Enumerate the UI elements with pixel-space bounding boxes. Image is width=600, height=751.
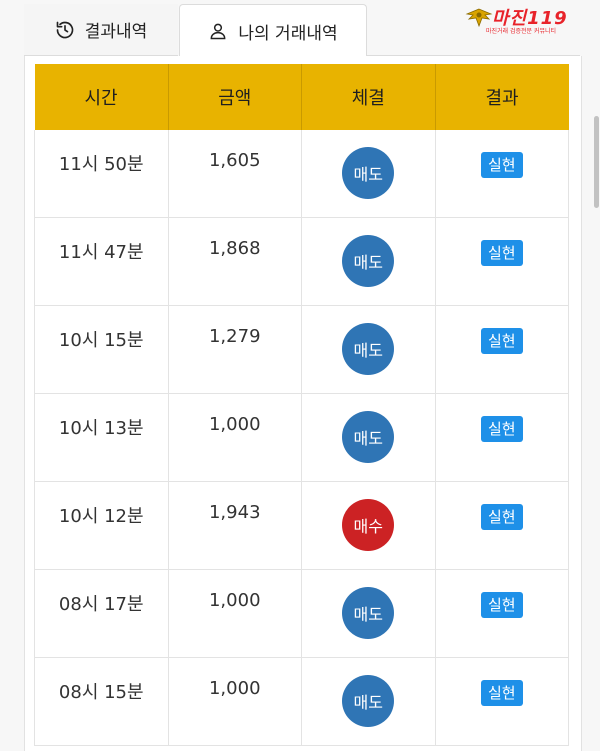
user-icon xyxy=(208,21,228,41)
cell-trade: 매수 xyxy=(301,481,436,570)
table-row: 11시 50분 1,605 매도 실현 xyxy=(34,130,569,218)
cell-amount: 1,000 xyxy=(168,657,302,746)
cell-time: 11시 50분 xyxy=(34,130,169,218)
cell-amount: 1,000 xyxy=(168,393,302,482)
cell-time: 10시 12분 xyxy=(34,481,169,570)
cell-time: 10시 13분 xyxy=(34,393,169,482)
sell-badge: 매도 xyxy=(342,235,395,287)
cell-result: 실현 xyxy=(435,569,569,658)
sell-badge: 매도 xyxy=(342,411,395,463)
cell-time: 10시 15분 xyxy=(34,305,169,394)
history-icon xyxy=(55,20,75,40)
time-text: 08시 17분 xyxy=(58,594,144,615)
tab-result-history-label: 결과내역 xyxy=(84,22,148,42)
amount-text: 1,000 xyxy=(208,590,261,611)
header-amount: 금액 xyxy=(168,64,302,130)
buy-badge: 매수 xyxy=(342,499,395,551)
cell-amount: 1,868 xyxy=(168,217,302,306)
time-text: 10시 12분 xyxy=(58,506,144,527)
cell-amount: 1,943 xyxy=(168,481,302,570)
scrollbar-thumb[interactable] xyxy=(594,116,599,208)
table-row: 10시 15분 1,279 매도 실현 xyxy=(34,305,569,394)
time-text: 11시 50분 xyxy=(58,154,144,175)
result-badge: 실현 xyxy=(480,504,523,530)
trade-rows: 11시 50분 1,605 매도 실현 11시 47분 1,868 매도 실현 10시 15분 1… xyxy=(34,130,569,746)
cell-result: 실현 xyxy=(435,217,569,306)
trade-history-page: 결과내역 나의 거래내역 마진119 마진거래 검증전문 커뮤니티 시간 금액 … xyxy=(0,0,600,751)
cell-trade: 매도 xyxy=(301,657,436,746)
eagle-emblem-icon xyxy=(465,8,493,28)
tab-my-trades[interactable]: 나의 거래내역 xyxy=(179,4,367,57)
sell-badge: 매도 xyxy=(342,323,395,375)
cell-time: 08시 17분 xyxy=(34,569,169,658)
tab-result-history[interactable]: 결과내역 xyxy=(24,4,178,56)
time-text: 10시 15분 xyxy=(58,330,144,351)
time-text: 10시 13분 xyxy=(58,418,144,439)
table-row: 10시 12분 1,943 매수 실현 xyxy=(34,481,569,570)
cell-result: 실현 xyxy=(435,305,569,394)
cell-amount: 1,000 xyxy=(168,569,302,658)
cell-result: 실현 xyxy=(435,481,569,570)
table-row: 10시 13분 1,000 매도 실현 xyxy=(34,393,569,482)
cell-trade: 매도 xyxy=(301,569,436,658)
time-text: 11시 47분 xyxy=(58,242,144,263)
cell-result: 실현 xyxy=(435,130,569,218)
trade-table: 시간 금액 체결 결과 11시 50분 1,605 매도 실현 11시 47분 1,868… xyxy=(34,64,569,746)
cell-trade: 매도 xyxy=(301,305,436,394)
cell-result: 실현 xyxy=(435,657,569,746)
amount-text: 1,000 xyxy=(208,678,261,699)
site-logo: 마진119 마진거래 검증전문 커뮤니티 xyxy=(464,4,576,38)
cell-result: 실현 xyxy=(435,393,569,482)
table-header-row: 시간 금액 체결 결과 xyxy=(34,64,569,130)
amount-text: 1,943 xyxy=(208,502,261,523)
cell-amount: 1,279 xyxy=(168,305,302,394)
header-result: 결과 xyxy=(435,64,569,130)
result-badge: 실현 xyxy=(480,328,523,354)
cell-trade: 매도 xyxy=(301,217,436,306)
cell-trade: 매도 xyxy=(301,393,436,482)
table-row: 08시 17분 1,000 매도 실현 xyxy=(34,569,569,658)
logo-tagline: 마진거래 검증전문 커뮤니티 xyxy=(486,28,557,35)
cell-amount: 1,605 xyxy=(168,130,302,218)
sell-badge: 매도 xyxy=(342,675,395,727)
result-badge: 실현 xyxy=(480,592,523,618)
result-badge: 실현 xyxy=(480,152,523,178)
header-trade: 체결 xyxy=(301,64,436,130)
result-badge: 실현 xyxy=(480,240,523,266)
tab-my-trades-label: 나의 거래내역 xyxy=(238,23,338,44)
amount-text: 1,605 xyxy=(208,150,261,171)
result-badge: 실현 xyxy=(480,680,523,706)
time-text: 08시 15분 xyxy=(58,682,144,703)
cell-trade: 매도 xyxy=(301,130,436,218)
amount-text: 1,000 xyxy=(208,414,261,435)
sell-badge: 매도 xyxy=(342,587,395,639)
result-badge: 실현 xyxy=(480,416,523,442)
amount-text: 1,868 xyxy=(208,238,261,259)
header-time: 시간 xyxy=(34,64,169,130)
trade-table-panel: 시간 금액 체결 결과 11시 50분 1,605 매도 실현 11시 47분 1,868… xyxy=(24,56,599,751)
sell-badge: 매도 xyxy=(342,147,395,199)
cell-time: 08시 15분 xyxy=(34,657,169,746)
table-row: 11시 47분 1,868 매도 실현 xyxy=(34,217,569,306)
table-row: 08시 15분 1,000 매도 실현 xyxy=(34,657,569,746)
cell-time: 11시 47분 xyxy=(34,217,169,306)
amount-text: 1,279 xyxy=(208,326,261,347)
